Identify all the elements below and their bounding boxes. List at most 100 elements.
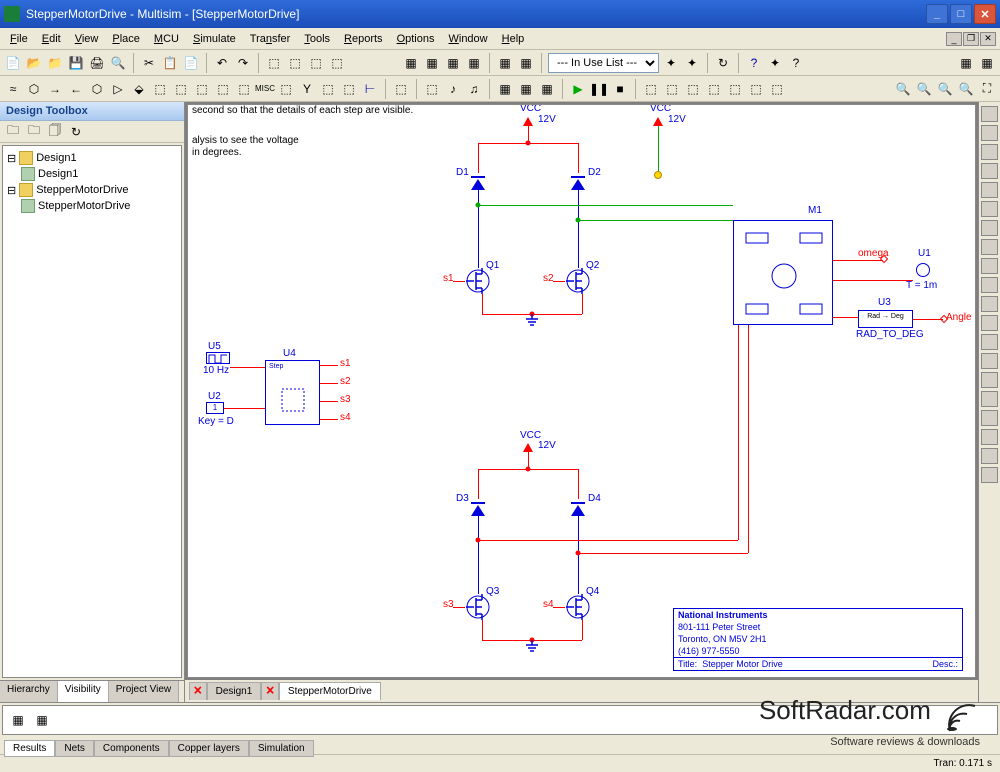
open-icon[interactable]: 📂: [25, 54, 43, 72]
instr-16[interactable]: [981, 391, 998, 407]
place-j-icon[interactable]: MISC: [256, 80, 274, 98]
motor-m1[interactable]: [733, 220, 833, 325]
place-d-icon[interactable]: ⬡: [88, 80, 106, 98]
instr-17[interactable]: [981, 410, 998, 426]
cut-icon[interactable]: ✂: [140, 54, 158, 72]
print-icon[interactable]: 🖨: [88, 54, 106, 72]
place-f-icon[interactable]: ⬚: [172, 80, 190, 98]
sim-e-icon[interactable]: ⬚: [726, 80, 744, 98]
tb-e5[interactable]: ?: [787, 54, 805, 72]
menu-window[interactable]: Window: [442, 30, 493, 48]
tb-comp-5[interactable]: ▦: [496, 54, 514, 72]
diode-d2[interactable]: [571, 179, 585, 190]
place-diode-icon[interactable]: ▷: [109, 80, 127, 98]
menu-view[interactable]: View: [69, 30, 105, 48]
help-icon[interactable]: ?: [745, 54, 763, 72]
instr-13[interactable]: [981, 334, 998, 350]
doc-tab-stepper[interactable]: StepperMotorDrive: [279, 682, 381, 700]
tb-comp-2[interactable]: ▦: [423, 54, 441, 72]
component-u1[interactable]: [916, 263, 930, 277]
bt-nets[interactable]: Nets: [55, 740, 94, 757]
diode-d3[interactable]: [471, 505, 485, 516]
place-i-icon[interactable]: ⬚: [235, 80, 253, 98]
component-u5[interactable]: [206, 352, 230, 364]
run-icon[interactable]: ▶: [569, 80, 587, 98]
diode-d4[interactable]: [571, 505, 585, 516]
preview-icon[interactable]: 🔍: [109, 54, 127, 72]
bt-components[interactable]: Components: [94, 740, 169, 757]
tb-comp-1[interactable]: ▦: [402, 54, 420, 72]
sim-a-icon[interactable]: ⬚: [642, 80, 660, 98]
menu-simulate[interactable]: Simulate: [187, 30, 242, 48]
mdi-close[interactable]: ✕: [980, 32, 996, 46]
sim-b-icon[interactable]: ⬚: [663, 80, 681, 98]
instr-15[interactable]: [981, 372, 998, 388]
place-c-icon[interactable]: ←: [67, 80, 85, 98]
menu-options[interactable]: Options: [391, 30, 441, 48]
place-a-icon[interactable]: ⬡: [25, 80, 43, 98]
tb-e3[interactable]: ↻: [714, 54, 732, 72]
tb-r2[interactable]: ▦: [978, 54, 996, 72]
probe-icon[interactable]: [654, 171, 662, 179]
instr-2[interactable]: [981, 125, 998, 141]
tb-btn-a[interactable]: ⬚: [265, 54, 283, 72]
bt-simulation[interactable]: Simulation: [249, 740, 314, 757]
undo-icon[interactable]: ↶: [213, 54, 231, 72]
zoom-in-icon[interactable]: 🔍: [894, 80, 912, 98]
mdi-restore[interactable]: ❐: [963, 32, 979, 46]
mdi-minimize[interactable]: _: [946, 32, 962, 46]
place-n-icon[interactable]: ⬚: [340, 80, 358, 98]
tree-design1[interactable]: ⊟Design1: [7, 150, 177, 166]
instr-20[interactable]: [981, 467, 998, 483]
instr-11[interactable]: [981, 296, 998, 312]
doc-tab-design1[interactable]: Design1: [207, 682, 262, 700]
place-e-icon[interactable]: ⬚: [151, 80, 169, 98]
tb-comp-3[interactable]: ▦: [444, 54, 462, 72]
maximize-button[interactable]: □: [950, 4, 972, 24]
place-g-icon[interactable]: ⬚: [193, 80, 211, 98]
minimize-button[interactable]: _: [926, 4, 948, 24]
place-k-icon[interactable]: ⬚: [277, 80, 295, 98]
bt-copper[interactable]: Copper layers: [169, 740, 249, 757]
sim-g-icon[interactable]: ⬚: [768, 80, 786, 98]
menu-edit[interactable]: Edit: [36, 30, 67, 48]
close-tab-icon-2[interactable]: 🗙: [261, 682, 279, 700]
open2-icon[interactable]: 📁: [46, 54, 64, 72]
tab-project-view[interactable]: Project View: [109, 681, 179, 702]
mosfet-q3[interactable]: [464, 594, 492, 620]
tb-e2[interactable]: ✦: [683, 54, 701, 72]
place-u-icon[interactable]: ▦: [538, 80, 556, 98]
menu-mcu[interactable]: MCU: [148, 30, 185, 48]
close-button[interactable]: ✕: [974, 4, 996, 24]
menu-transfer[interactable]: Transfer: [244, 30, 297, 48]
place-bus-icon[interactable]: ⊢: [361, 80, 379, 98]
component-u2[interactable]: 1: [206, 402, 224, 414]
paste-icon[interactable]: 📄: [182, 54, 200, 72]
sim-c-icon[interactable]: ⬚: [684, 80, 702, 98]
tb-e4[interactable]: ✦: [766, 54, 784, 72]
menu-reports[interactable]: Reports: [338, 30, 389, 48]
sp-btn-1[interactable]: ▦: [9, 711, 27, 729]
place-o-icon[interactable]: ⬚: [392, 80, 410, 98]
zoom-area-icon[interactable]: 🔍: [936, 80, 954, 98]
tab-visibility[interactable]: Visibility: [58, 681, 109, 702]
tb-comp-4[interactable]: ▦: [465, 54, 483, 72]
sb-btn-2[interactable]: 🗀: [25, 123, 43, 141]
sp-btn-2[interactable]: ▦: [33, 711, 51, 729]
place-q-icon[interactable]: ♪: [444, 80, 462, 98]
instr-18[interactable]: [981, 429, 998, 445]
mosfet-q1[interactable]: [464, 268, 492, 294]
save-icon[interactable]: 💾: [67, 54, 85, 72]
instr-7[interactable]: [981, 220, 998, 236]
schematic-canvas[interactable]: second so that the details of each step …: [187, 104, 976, 678]
instr-5[interactable]: [981, 182, 998, 198]
instr-12[interactable]: [981, 315, 998, 331]
mosfet-q4[interactable]: [564, 594, 592, 620]
instr-14[interactable]: [981, 353, 998, 369]
place-t-icon[interactable]: ▦: [517, 80, 535, 98]
diode-d1[interactable]: [471, 179, 485, 190]
tb-btn-c[interactable]: ⬚: [307, 54, 325, 72]
place-p-icon[interactable]: ⬚: [423, 80, 441, 98]
menu-tools[interactable]: Tools: [298, 30, 336, 48]
place-r-icon[interactable]: ♫: [465, 80, 483, 98]
